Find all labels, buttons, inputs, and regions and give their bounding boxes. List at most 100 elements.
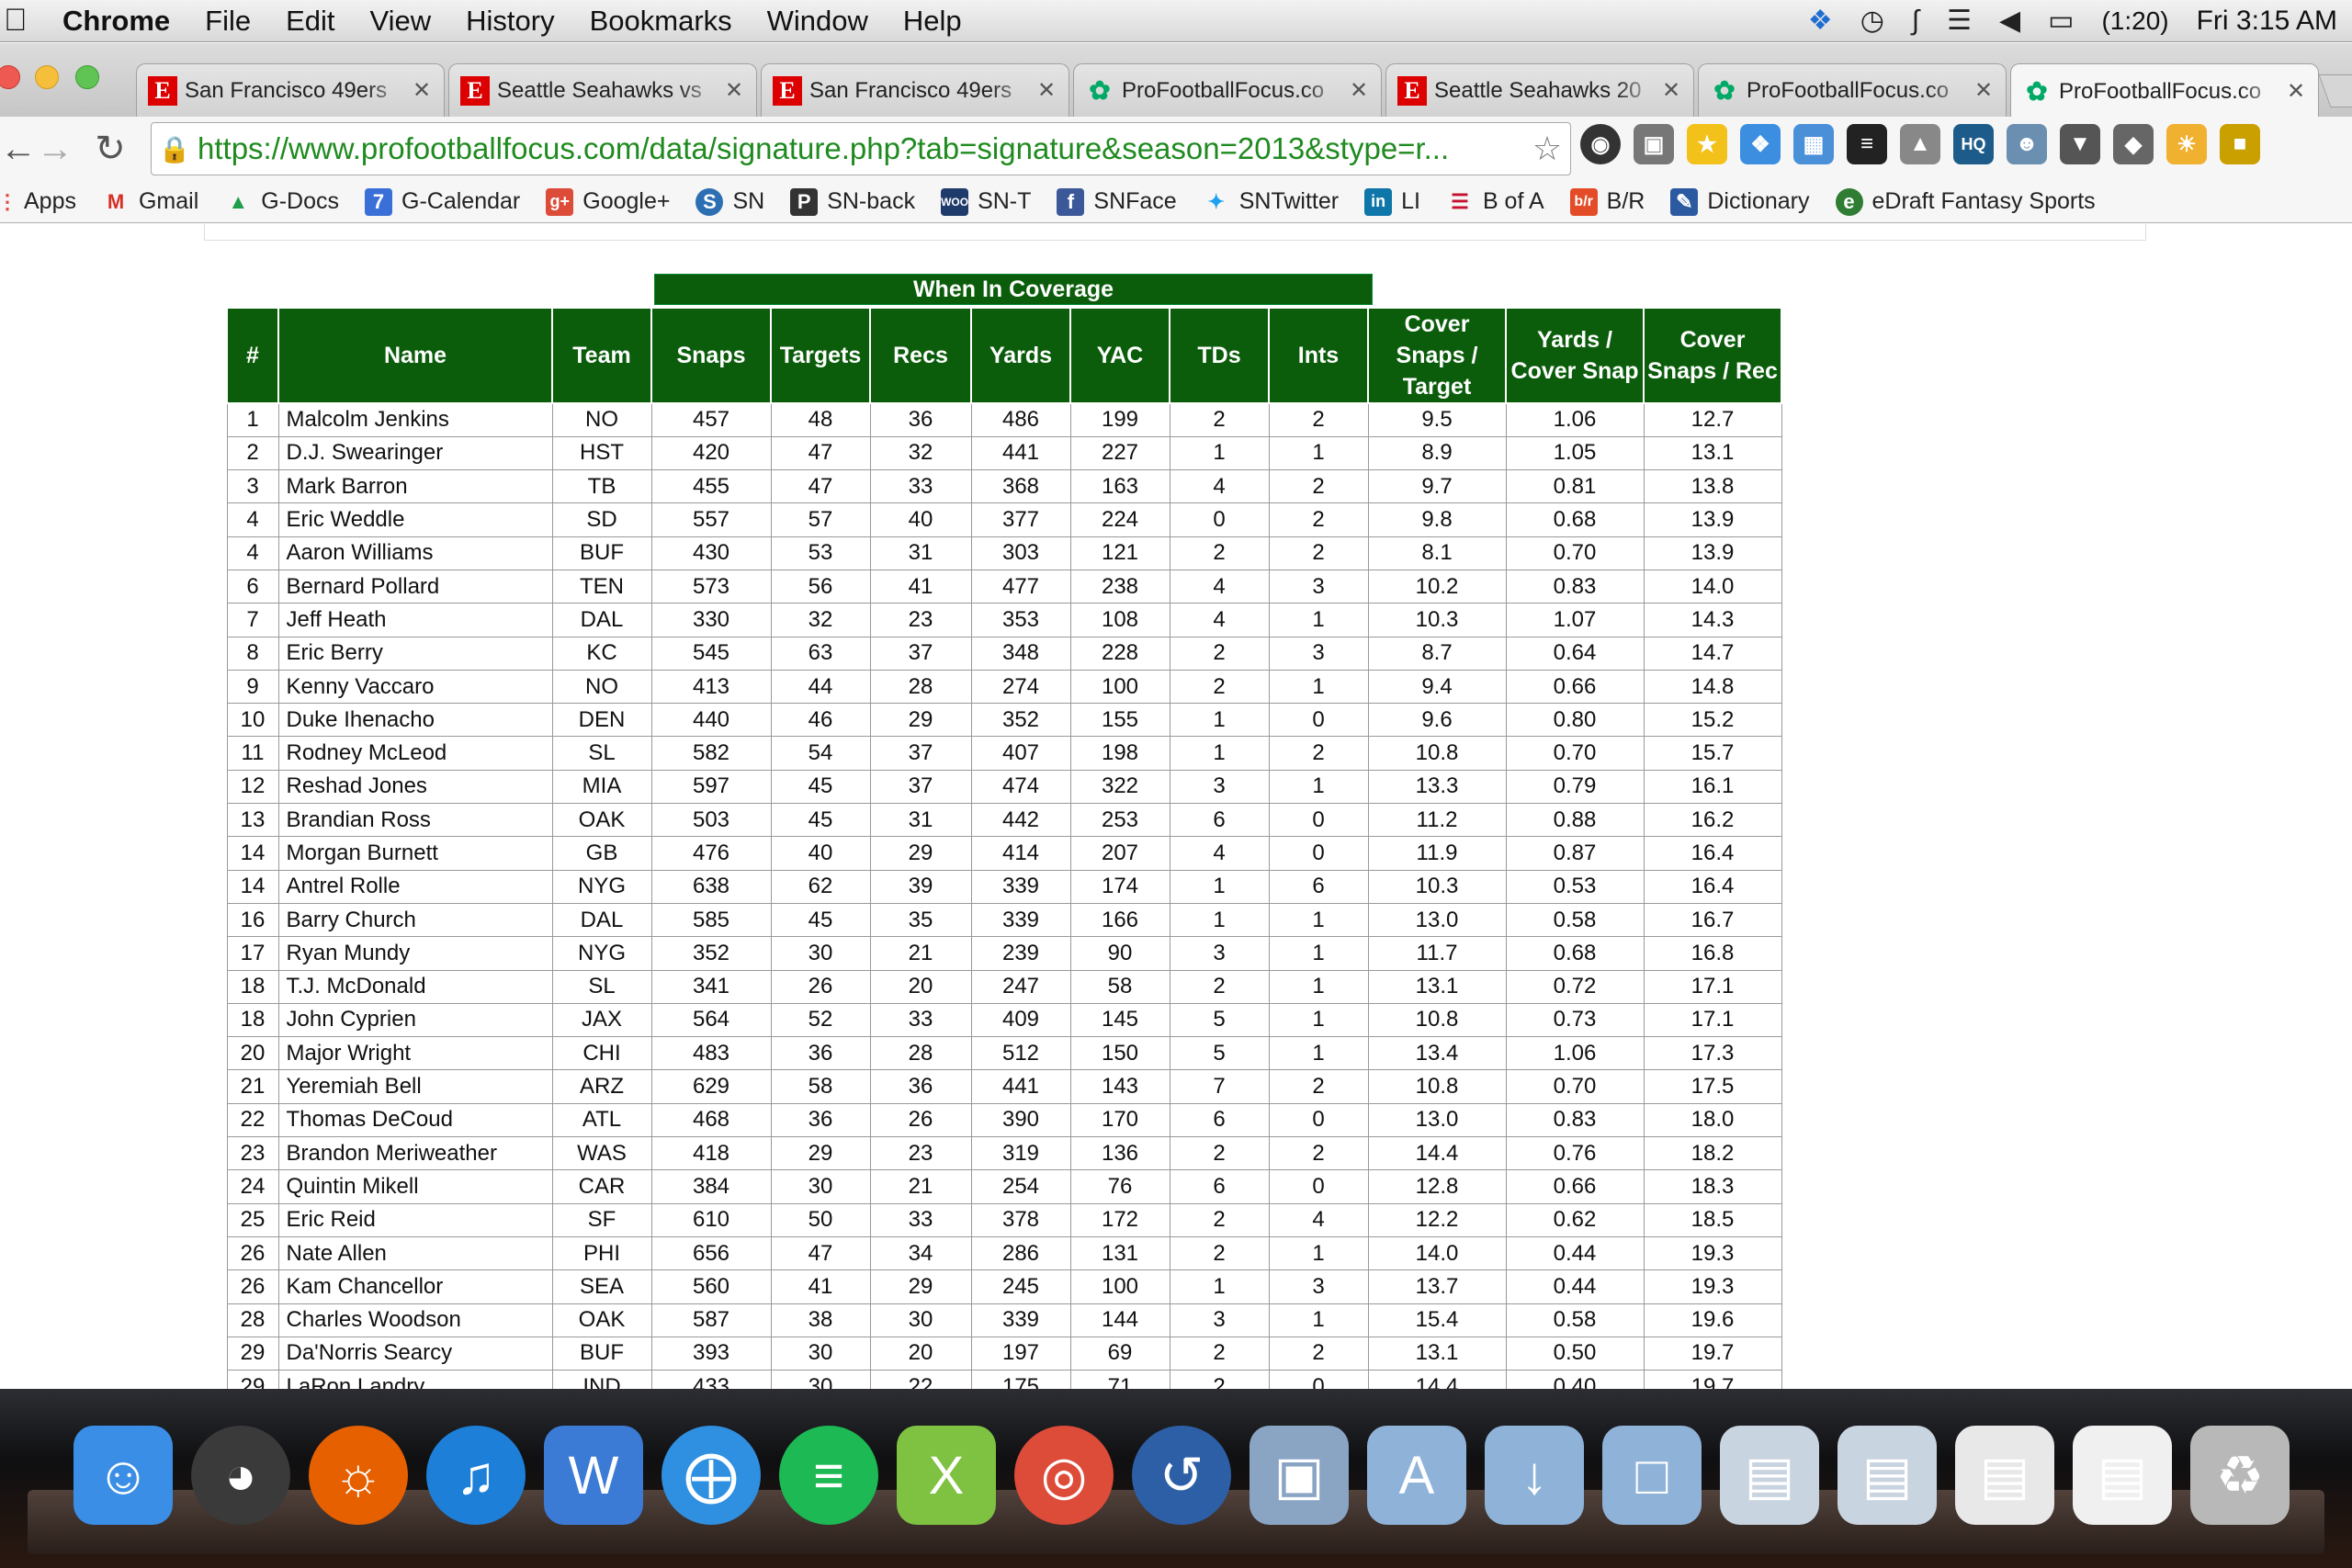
- bookmark-li[interactable]: in LI: [1364, 187, 1420, 216]
- menu-file[interactable]: File: [205, 5, 251, 38]
- close-tab-icon[interactable]: ✕: [2285, 78, 2307, 105]
- apple-menu-icon[interactable]: : [4, 3, 31, 39]
- name-cell[interactable]: D.J. Swearinger: [277, 435, 553, 471]
- name-cell[interactable]: T.J. McDonald: [277, 969, 553, 1004]
- menu-clock[interactable]: Fri 3:15 AM: [2197, 6, 2337, 37]
- extension-7-icon[interactable]: ▲: [1900, 124, 1940, 164]
- col-rank-header[interactable]: #: [226, 307, 279, 404]
- name-cell[interactable]: Reshad Jones: [277, 769, 553, 805]
- bookmark-sn[interactable]: S SN: [695, 187, 764, 216]
- dropbox-icon[interactable]: ❖: [1808, 5, 1833, 37]
- menu-edit[interactable]: Edit: [286, 5, 334, 38]
- name-cell[interactable]: Kam Chancellor: [277, 1269, 553, 1304]
- buffer-icon[interactable]: ≡: [1847, 124, 1887, 164]
- extension-12-icon[interactable]: ☀: [2166, 124, 2207, 164]
- bookmark-gmail[interactable]: M Gmail: [102, 188, 198, 216]
- col-recs-header[interactable]: Recs: [869, 307, 972, 404]
- name-cell[interactable]: Mark Barron: [277, 469, 553, 504]
- volume-icon[interactable]: ◀: [1999, 5, 2020, 37]
- name-cell[interactable]: Quintin Mikell: [277, 1169, 553, 1204]
- bookmark-g-docs[interactable]: ▲ G-Docs: [224, 188, 339, 216]
- firefox-icon[interactable]: ☼: [309, 1426, 408, 1525]
- name-cell[interactable]: Duke Ihenacho: [277, 703, 553, 738]
- name-cell[interactable]: Nate Allen: [277, 1235, 553, 1271]
- bookmark-sn-back[interactable]: P SN-back: [790, 187, 915, 216]
- menu-view[interactable]: View: [370, 5, 432, 38]
- name-cell[interactable]: Eric Reid: [277, 1202, 553, 1237]
- chrome-icon[interactable]: ◎: [1014, 1426, 1114, 1525]
- name-cell[interactable]: Da'Norris Searcy: [277, 1336, 553, 1371]
- menu-bookmarks[interactable]: Bookmarks: [590, 5, 732, 38]
- window-thumbnail-2-icon[interactable]: ▤: [1838, 1426, 1937, 1525]
- finder-icon[interactable]: ☺: [74, 1426, 173, 1525]
- time-machine-status-icon[interactable]: ◷: [1860, 5, 1884, 37]
- name-cell[interactable]: Charles Woodson: [277, 1303, 553, 1337]
- word-icon[interactable]: W: [544, 1426, 643, 1525]
- applications-folder-icon[interactable]: A: [1367, 1426, 1466, 1525]
- tab-6[interactable]: ✿ ProFootballFocus.co ✕: [1698, 63, 2007, 117]
- close-tab-icon[interactable]: ✕: [1348, 77, 1370, 104]
- trash-icon[interactable]: ♻: [2190, 1426, 2290, 1525]
- tab-7-active[interactable]: ✿ ProFootballFocus.co ✕: [2010, 63, 2319, 118]
- pocket-icon[interactable]: ▼: [2060, 124, 2100, 164]
- col-cover-snaps-target-header[interactable]: Cover Snaps / Target: [1367, 307, 1507, 404]
- tab-5[interactable]: E Seattle Seahawks 20 ✕: [1385, 63, 1694, 117]
- downloads-folder-icon[interactable]: ↓: [1485, 1426, 1584, 1525]
- name-cell[interactable]: Thomas DeCoud: [277, 1102, 553, 1138]
- bookmark-br[interactable]: b/r B/R: [1569, 187, 1645, 216]
- zoom-window-button[interactable]: [75, 65, 99, 89]
- name-cell[interactable]: Yeremiah Bell: [277, 1069, 553, 1104]
- wifi-icon[interactable]: ☰: [1947, 5, 1972, 37]
- extension-9-icon[interactable]: ☻: [2007, 124, 2047, 164]
- itunes-icon[interactable]: ♫: [426, 1426, 526, 1525]
- close-tab-icon[interactable]: ✕: [1973, 77, 1995, 104]
- bookmark-sn-t[interactable]: WOO SN-T: [941, 187, 1031, 216]
- forward-arrow-icon[interactable]: →: [28, 129, 83, 170]
- col-name-header[interactable]: Name: [277, 307, 553, 404]
- safari-icon[interactable]: ⨁: [662, 1426, 761, 1525]
- bookmark-edraft[interactable]: e eDraft Fantasy Sports: [1835, 187, 2096, 216]
- menu-history[interactable]: History: [466, 5, 554, 38]
- bookmark-snface[interactable]: f SNFace: [1057, 187, 1177, 216]
- col-yac-header[interactable]: YAC: [1069, 307, 1170, 404]
- extension-5-icon[interactable]: ▦: [1793, 124, 1834, 164]
- name-cell[interactable]: Malcolm Jenkins: [277, 402, 553, 437]
- extension-4-icon[interactable]: ❖: [1740, 124, 1781, 164]
- name-cell[interactable]: LaRon Landry: [277, 1370, 553, 1389]
- window-thumbnail-3-icon[interactable]: ▤: [1955, 1426, 2054, 1525]
- close-tab-icon[interactable]: ✕: [723, 77, 745, 104]
- name-cell[interactable]: Barry Church: [277, 902, 553, 938]
- bookmark-star-icon[interactable]: ☆: [1524, 130, 1570, 168]
- col-yards-header[interactable]: Yards: [970, 307, 1071, 404]
- name-cell[interactable]: Kenny Vaccaro: [277, 669, 553, 705]
- extension-3-icon[interactable]: ★: [1687, 124, 1727, 164]
- extension-1-icon[interactable]: ◉: [1580, 124, 1621, 164]
- name-cell[interactable]: Brandon Meriweather: [277, 1136, 553, 1171]
- window-thumbnail-1-icon[interactable]: ▤: [1720, 1426, 1819, 1525]
- name-cell[interactable]: Rodney McLeod: [277, 736, 553, 771]
- col-snaps-header[interactable]: Snaps: [650, 307, 772, 404]
- name-cell[interactable]: Bernard Pollard: [277, 569, 553, 604]
- bookmark-apps[interactable]: ⋮ Apps: [0, 188, 76, 216]
- tab-2[interactable]: E Seattle Seahawks vs ✕: [448, 63, 757, 117]
- battery-icon[interactable]: ▭: [2048, 5, 2074, 37]
- iphoto-icon[interactable]: ▣: [1250, 1426, 1349, 1525]
- name-cell[interactable]: Brandian Ross: [277, 803, 553, 838]
- close-tab-icon[interactable]: ✕: [411, 77, 433, 104]
- name-cell[interactable]: Jeff Heath: [277, 603, 553, 637]
- col-targets-header[interactable]: Targets: [770, 307, 871, 404]
- bookmark-sntwitter[interactable]: ✦ SNTwitter: [1203, 188, 1340, 216]
- name-cell[interactable]: Ryan Mundy: [277, 936, 553, 971]
- name-cell[interactable]: Aaron Williams: [277, 536, 553, 570]
- name-cell[interactable]: Morgan Burnett: [277, 836, 553, 871]
- extension-2-icon[interactable]: ▣: [1634, 124, 1674, 164]
- col-yards-cover-snap-header[interactable]: Yards / Cover Snap: [1505, 307, 1645, 404]
- close-tab-icon[interactable]: ✕: [1660, 77, 1682, 104]
- bookmark-dictionary[interactable]: ✎ Dictionary: [1670, 187, 1810, 216]
- documents-folder-icon[interactable]: □: [1602, 1426, 1702, 1525]
- tab-3[interactable]: E San Francisco 49ers ✕: [761, 63, 1069, 117]
- menu-help[interactable]: Help: [903, 5, 962, 38]
- col-team-header[interactable]: Team: [551, 307, 652, 404]
- address-bar[interactable]: 🔒 https://www.profootballfocus.com/data/…: [151, 122, 1571, 175]
- minimize-window-button[interactable]: [35, 65, 59, 89]
